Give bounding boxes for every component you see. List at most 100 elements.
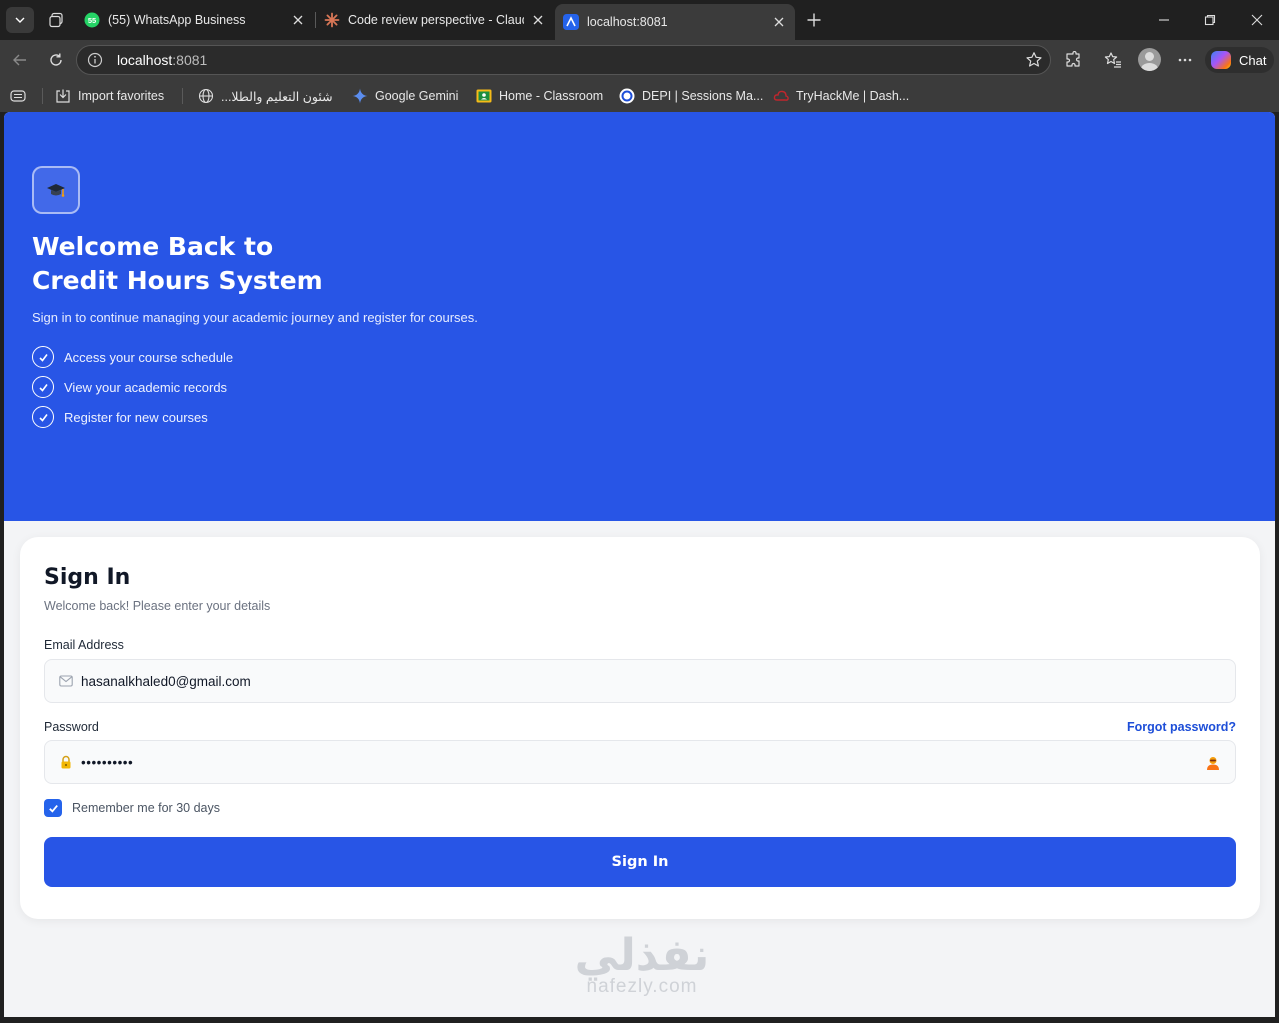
more-menu-button[interactable] bbox=[1173, 48, 1197, 72]
workspaces-button[interactable] bbox=[44, 8, 68, 32]
show-password-toggle[interactable] bbox=[1205, 755, 1221, 771]
extensions-button[interactable] bbox=[1061, 48, 1085, 72]
browser-toolbar: localhost:8081 Chat bbox=[0, 40, 1279, 80]
restore-icon bbox=[1204, 14, 1216, 26]
password-label: Password bbox=[44, 720, 99, 734]
feature-label: View your academic records bbox=[64, 379, 228, 395]
bookmark-depi[interactable]: DEPI | Sessions Ma... bbox=[619, 86, 763, 106]
close-tab-icon[interactable] bbox=[290, 12, 306, 28]
bookmark-label: Home - Classroom bbox=[499, 89, 604, 103]
bookmark-label: Google Gemini bbox=[375, 89, 459, 103]
sign-in-subtitle: Welcome back! Please enter your details bbox=[44, 599, 271, 613]
nafezly-watermark: نفذلي nafezly.com bbox=[562, 932, 722, 998]
feature-item: Register for new courses bbox=[32, 406, 208, 428]
sign-in-card: Sign In Welcome back! Please enter your … bbox=[20, 537, 1260, 919]
tab-title: Code review perspective - Claude bbox=[348, 13, 524, 27]
feature-label: Access your course schedule bbox=[64, 349, 234, 365]
password-value: •••••••••• bbox=[81, 754, 134, 770]
claude-icon bbox=[324, 12, 340, 28]
bookmark-classroom[interactable]: Home - Classroom bbox=[476, 86, 603, 106]
classroom-icon bbox=[476, 88, 492, 104]
close-window-button[interactable] bbox=[1242, 6, 1272, 34]
restore-button[interactable] bbox=[1195, 6, 1225, 34]
bookmark-label: TryHackMe | Dash... bbox=[796, 89, 910, 103]
feature-item: Access your course schedule bbox=[32, 346, 233, 368]
address-url: localhost:8081 bbox=[117, 52, 208, 68]
bookmarks-divider bbox=[42, 88, 43, 104]
page-viewport: Welcome Back to Credit Hours System Sign… bbox=[4, 112, 1275, 1017]
more-dots-icon bbox=[1178, 58, 1192, 62]
lock-icon bbox=[59, 755, 73, 769]
bookmark-google-gemini[interactable]: Google Gemini bbox=[352, 86, 458, 106]
new-tab-button[interactable] bbox=[802, 8, 826, 32]
hero-title-line1: Welcome Back to bbox=[32, 232, 274, 261]
watermark-arabic: نفذلي bbox=[574, 930, 710, 981]
favorites-button[interactable] bbox=[1101, 48, 1125, 72]
arrow-left-icon bbox=[13, 54, 26, 66]
bookmark-import-favorites[interactable]: Import favorites bbox=[55, 86, 164, 106]
remember-me-label: Remember me for 30 days bbox=[72, 801, 220, 815]
bookmark-education-affairs[interactable]: شئون التعليم والطلا... bbox=[198, 86, 333, 106]
copilot-chat-button[interactable]: Chat bbox=[1205, 47, 1275, 73]
bookmarks-bar: Import favorites شئون التعليم والطلا... … bbox=[0, 80, 1279, 112]
plus-icon bbox=[807, 13, 821, 27]
check-circle-icon bbox=[32, 406, 54, 428]
email-label: Email Address bbox=[44, 638, 124, 652]
email-value: hasanalkhaled0@gmail.com bbox=[81, 673, 251, 689]
show-password-icon bbox=[1207, 757, 1219, 770]
tab-localhost[interactable]: localhost:8081 bbox=[555, 4, 795, 40]
tab-title: localhost:8081 bbox=[587, 15, 668, 29]
site-info-icon[interactable] bbox=[87, 52, 103, 68]
chevron-down-icon bbox=[15, 17, 25, 23]
copilot-icon bbox=[1211, 51, 1231, 69]
forgot-password-link[interactable]: Forgot password? bbox=[1127, 720, 1236, 734]
bookmark-label: Import favorites bbox=[78, 89, 165, 103]
hero-title-line2: Credit Hours System bbox=[32, 266, 323, 295]
close-tab-icon[interactable] bbox=[530, 12, 546, 28]
sidebar-icon bbox=[10, 88, 26, 104]
globe-icon bbox=[198, 88, 214, 104]
tryhackme-icon bbox=[773, 88, 789, 104]
graduation-cap-icon bbox=[47, 184, 65, 197]
workspaces-icon bbox=[49, 12, 63, 28]
hero-subtitle: Sign in to continue managing your academ… bbox=[32, 310, 478, 325]
sign-in-title: Sign In bbox=[44, 565, 131, 590]
tab-actions-menu-button[interactable] bbox=[6, 7, 34, 33]
tab-title: (55) WhatsApp Business bbox=[108, 13, 246, 27]
tab-whatsapp[interactable]: 55 (55) WhatsApp Business bbox=[76, 4, 314, 36]
refresh-button[interactable] bbox=[44, 48, 68, 72]
minimize-icon bbox=[1159, 19, 1169, 21]
back-button[interactable] bbox=[8, 48, 32, 72]
gemini-icon bbox=[352, 88, 368, 104]
favorite-star-icon[interactable] bbox=[1024, 50, 1044, 70]
feature-item: View your academic records bbox=[32, 376, 227, 398]
minimize-button[interactable] bbox=[1149, 6, 1179, 34]
extensions-icon bbox=[1066, 51, 1080, 67]
feature-label: Register for new courses bbox=[64, 409, 208, 425]
app-logo-icon bbox=[563, 14, 579, 30]
bookmark-label: DEPI | Sessions Ma... bbox=[642, 89, 764, 103]
email-field[interactable]: hasanalkhaled0@gmail.com bbox=[44, 659, 1236, 703]
bookmark-label: شئون التعليم والطلا... bbox=[221, 89, 333, 104]
refresh-icon bbox=[50, 53, 62, 66]
tab-claude[interactable]: Code review perspective - Claude bbox=[316, 4, 554, 36]
close-icon bbox=[1251, 14, 1263, 26]
sidebar-toggle-button[interactable] bbox=[10, 86, 33, 106]
address-bar[interactable]: localhost:8081 bbox=[76, 45, 1051, 75]
depi-icon bbox=[619, 88, 635, 104]
password-field[interactable]: •••••••••• bbox=[44, 740, 1236, 784]
checkbox-checked-icon[interactable] bbox=[44, 799, 62, 817]
check-circle-icon bbox=[32, 376, 54, 398]
remember-me-checkbox[interactable]: Remember me for 30 days bbox=[44, 799, 220, 817]
svg-text:55: 55 bbox=[88, 16, 96, 25]
bookmarks-divider bbox=[182, 88, 183, 104]
close-tab-icon[interactable] bbox=[771, 14, 787, 30]
hero-title: Welcome Back to Credit Hours System bbox=[32, 230, 323, 298]
browser-tabstrip: 55 (55) WhatsApp Business Code review pe… bbox=[0, 0, 1279, 40]
sign-in-button[interactable]: Sign In bbox=[44, 837, 1236, 887]
graduation-cap-logo bbox=[32, 166, 80, 214]
whatsapp-icon: 55 bbox=[84, 12, 100, 28]
profile-avatar[interactable] bbox=[1138, 48, 1161, 71]
chat-label: Chat bbox=[1239, 52, 1267, 68]
bookmark-tryhackme[interactable]: TryHackMe | Dash... bbox=[773, 86, 909, 106]
